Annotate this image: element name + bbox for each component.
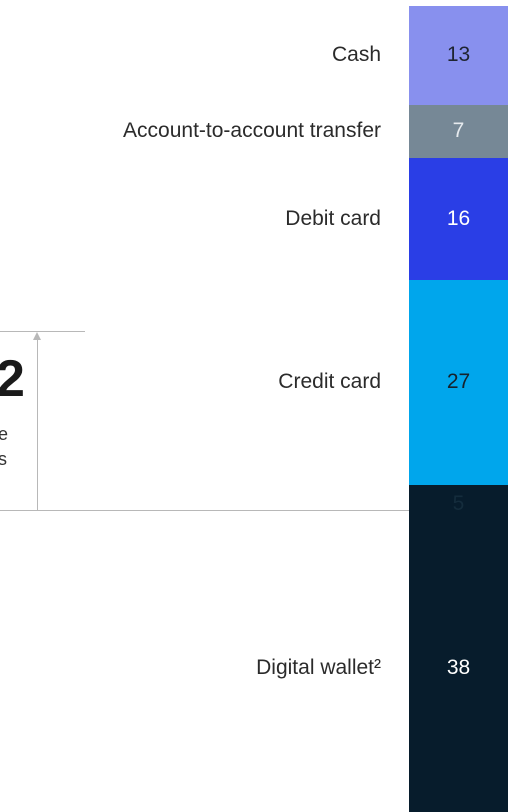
data-label-unlabeled-4: 5 [452, 492, 465, 516]
category-label-cash: Cash [331, 43, 381, 67]
category-label-credit-card: Credit card [278, 370, 381, 394]
data-label-account-to-account-transfer: 7 [452, 119, 465, 143]
category-label-digital-wallet: Digital wallet² [256, 655, 381, 679]
stacked-bar-chart: 2 e s 13 Cash 7 Account-to-account transfer… [0, 0, 508, 812]
category-label-account-to-account-transfer: Account-to-account transfer [123, 119, 381, 143]
callout-arrow-shaft [37, 338, 38, 510]
category-label-debit-card: Debit card [285, 206, 381, 230]
callout-value: 2 [0, 350, 25, 408]
callout-top-line [0, 331, 85, 332]
data-label-credit-card: 27 [446, 370, 471, 394]
callout-text-line2: s [0, 449, 7, 469]
data-label-debit-card: 16 [446, 206, 471, 230]
data-label-digital-wallet: 38 [446, 655, 471, 679]
callout-baseline [0, 510, 409, 511]
data-label-cash: 13 [446, 43, 471, 67]
callout-text-line1: e [0, 424, 9, 444]
